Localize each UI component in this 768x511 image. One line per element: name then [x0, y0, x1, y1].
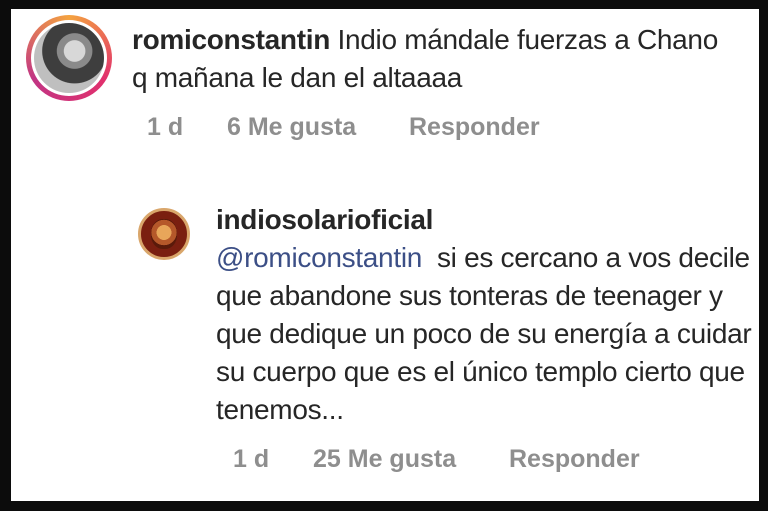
comment-text-block: indiosolarioficial @romiconstantin si es… [216, 201, 756, 429]
comment-romiconstantin: romiconstantin Indio mándale fuerzas a C… [11, 9, 759, 179]
profile-photo [151, 219, 177, 249]
reply-button[interactable]: Responder [509, 445, 640, 474]
avatar[interactable] [138, 208, 190, 260]
avatar[interactable] [26, 15, 112, 101]
reply-button[interactable]: Responder [409, 113, 540, 142]
comment-text-block: romiconstantin Indio mándale fuerzas a C… [132, 21, 732, 97]
comment-username[interactable]: romiconstantin [132, 24, 330, 55]
screenshot-frame: romiconstantin Indio mándale fuerzas a C… [0, 0, 768, 511]
comment-username[interactable]: indiosolarioficial [216, 201, 756, 239]
comment-time: 1 d [233, 445, 270, 473]
like-count[interactable]: 25 Me gusta [313, 445, 456, 474]
like-count[interactable]: 6 Me gusta [227, 113, 356, 142]
comment-indiosolarioficial: indiosolarioficial @romiconstantin si es… [11, 189, 759, 489]
comment-time: 1 d [147, 113, 184, 141]
comments-panel: romiconstantin Indio mándale fuerzas a C… [11, 9, 759, 501]
profile-photo [34, 23, 104, 93]
mention-link[interactable]: @romiconstantin [216, 242, 422, 273]
